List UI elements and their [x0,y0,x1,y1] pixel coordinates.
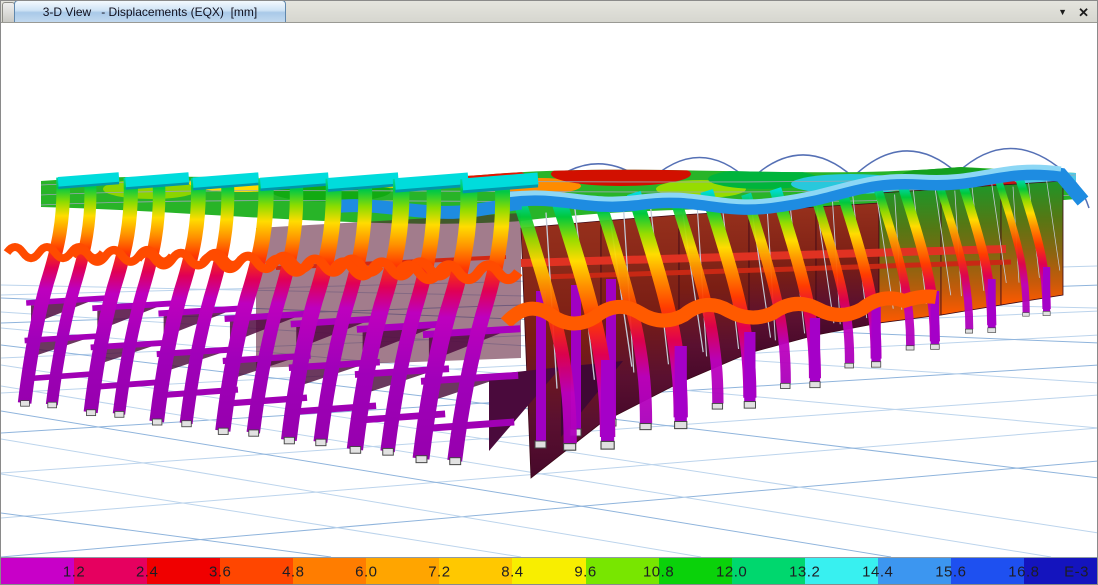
legend-band-label: 10.8 [643,563,674,580]
model-viewport[interactable] [1,23,1097,557]
legend-band: 1.2 [1,558,74,585]
frame-structure [7,148,1091,478]
legend-band-label: 4.8 [282,563,304,580]
legend-band-label: 16.8 [1008,563,1039,580]
legend-band-label: 2.4 [136,563,158,580]
legend-band-label: 15.6 [935,563,966,580]
legend-band-label: 6.0 [355,563,377,580]
displacement-legend: 1.2 2.4 3.6 4.8 6.0 7.2 8.4 9.6 10.8 12.0 13.2 14.4… [1,557,1097,585]
model-canvas [1,23,1097,557]
window-menu-icon[interactable]: ▼ [1058,8,1067,17]
legend-band-label: 13.2 [789,563,820,580]
legend-band-label: 8.4 [501,563,523,580]
legend-band-label: 14.4 [862,563,893,580]
legend-band-label: 9.6 [574,563,596,580]
legend-band-label: 1.2 [63,563,85,580]
view-tab-title: 3-D View - Displacements (EQX) [mm] [43,6,258,18]
view-window: 3-D View - Displacements (EQX) [mm] ▼ ✕ [0,0,1098,585]
legend-band-label: 12.0 [716,563,747,580]
titlebar-controls: ▼ ✕ [1058,1,1089,23]
legend-band-label: 7.2 [428,563,450,580]
legend-band-label: 3.6 [209,563,231,580]
view-tab[interactable]: 3-D View - Displacements (EQX) [mm] [14,0,286,22]
legend-band-label: E-3 [1064,563,1089,580]
titlebar: 3-D View - Displacements (EQX) [mm] ▼ ✕ [1,1,1097,23]
close-icon[interactable]: ✕ [1078,6,1089,19]
